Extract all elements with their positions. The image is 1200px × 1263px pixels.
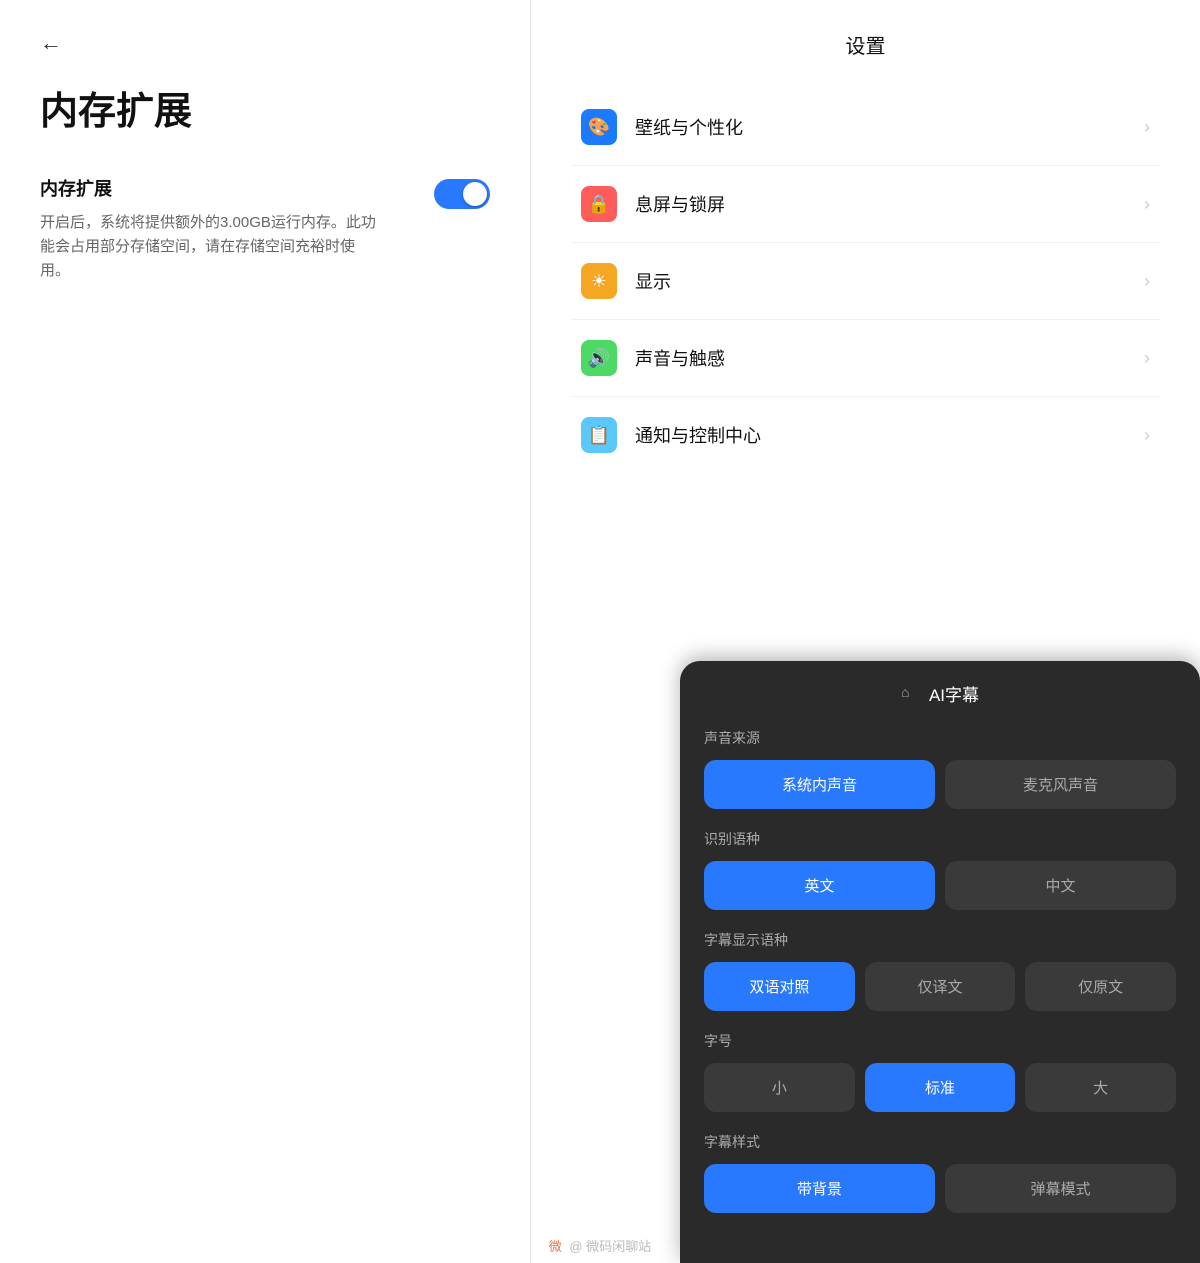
chevron-icon: › bbox=[1144, 117, 1150, 138]
lang-chinese[interactable]: 中文 bbox=[945, 861, 1176, 910]
chevron-icon-5: › bbox=[1144, 425, 1150, 446]
settings-item-wallpaper[interactable]: 🎨 壁纸与个性化 › bbox=[571, 89, 1160, 166]
watermark-text: @ bbox=[569, 1239, 582, 1254]
font-large[interactable]: 大 bbox=[1025, 1063, 1176, 1112]
memory-expand-text: 内存扩展 开启后，系统将提供额外的3.00GB运行内存。此功能会占用部分存储空间… bbox=[40, 175, 414, 283]
chevron-icon-2: › bbox=[1144, 194, 1150, 215]
sound-label: 声音与触感 bbox=[635, 345, 1144, 371]
font-medium[interactable]: 标准 bbox=[865, 1063, 1016, 1112]
chevron-icon-3: › bbox=[1144, 271, 1150, 292]
watermark-icon: 微 bbox=[549, 1239, 562, 1254]
sound-icon: 🔊 bbox=[581, 340, 617, 376]
sound-source-label: 声音来源 bbox=[704, 728, 1176, 748]
subtitle-style-group: 带背景 弹幕模式 bbox=[704, 1164, 1176, 1213]
lockscreen-label: 息屏与锁屏 bbox=[635, 191, 1144, 217]
display-icon: ☀ bbox=[581, 263, 617, 299]
watermark: 微 @ 微码闲聊站 bbox=[549, 1236, 651, 1255]
ai-home-icon: ⌂ bbox=[901, 684, 921, 704]
back-button[interactable]: ← bbox=[40, 30, 62, 56]
display-bilingual[interactable]: 双语对照 bbox=[704, 962, 855, 1011]
language-group: 英文 中文 bbox=[704, 861, 1176, 910]
display-original[interactable]: 仅原文 bbox=[1025, 962, 1176, 1011]
sound-source-system[interactable]: 系统内声音 bbox=[704, 760, 935, 809]
memory-toggle[interactable] bbox=[434, 179, 490, 209]
notification-icon: 📋 bbox=[581, 417, 617, 453]
font-size-label: 字号 bbox=[704, 1031, 1176, 1051]
left-panel: ← 内存扩展 内存扩展 开启后，系统将提供额外的3.00GB运行内存。此功能会占… bbox=[0, 0, 530, 1263]
card-title: AI字幕 bbox=[929, 681, 979, 706]
notification-label: 通知与控制中心 bbox=[635, 422, 1144, 448]
section-title: 内存扩展 bbox=[40, 175, 414, 201]
settings-item-display[interactable]: ☀ 显示 › bbox=[571, 243, 1160, 320]
wallpaper-icon: 🎨 bbox=[581, 109, 617, 145]
sound-source-group: 系统内声音 麦克风声音 bbox=[704, 760, 1176, 809]
settings-title: 设置 bbox=[571, 30, 1160, 59]
language-label: 识别语种 bbox=[704, 829, 1176, 849]
style-background[interactable]: 带背景 bbox=[704, 1164, 935, 1213]
sound-source-mic[interactable]: 麦克风声音 bbox=[945, 760, 1176, 809]
display-label: 显示 bbox=[635, 268, 1144, 294]
display-lang-group: 双语对照 仅译文 仅原文 bbox=[704, 962, 1176, 1011]
page-title: 内存扩展 bbox=[40, 80, 490, 135]
chevron-icon-4: › bbox=[1144, 348, 1150, 369]
settings-item-lockscreen[interactable]: 🔒 息屏与锁屏 › bbox=[571, 166, 1160, 243]
ai-subtitle-card: ⌂ AI字幕 声音来源 系统内声音 麦克风声音 识别语种 英文 中文 字幕显示语… bbox=[680, 661, 1200, 1263]
display-lang-label: 字幕显示语种 bbox=[704, 930, 1176, 950]
subtitle-style-label: 字幕样式 bbox=[704, 1132, 1176, 1152]
lockscreen-icon: 🔒 bbox=[581, 186, 617, 222]
card-header: ⌂ AI字幕 bbox=[704, 681, 1176, 706]
section-desc: 开启后，系统将提供额外的3.00GB运行内存。此功能会占用部分存储空间，请在存储… bbox=[40, 211, 380, 283]
watermark-site: 微码闲聊站 bbox=[586, 1239, 651, 1254]
memory-expand-section: 内存扩展 开启后，系统将提供额外的3.00GB运行内存。此功能会占用部分存储空间… bbox=[40, 175, 490, 283]
wallpaper-label: 壁纸与个性化 bbox=[635, 114, 1144, 140]
font-small[interactable]: 小 bbox=[704, 1063, 855, 1112]
settings-item-sound[interactable]: 🔊 声音与触感 › bbox=[571, 320, 1160, 397]
lang-english[interactable]: 英文 bbox=[704, 861, 935, 910]
font-size-group: 小 标准 大 bbox=[704, 1063, 1176, 1112]
style-danmaku[interactable]: 弹幕模式 bbox=[945, 1164, 1176, 1213]
display-translated[interactable]: 仅译文 bbox=[865, 962, 1016, 1011]
settings-item-notification[interactable]: 📋 通知与控制中心 › bbox=[571, 397, 1160, 473]
